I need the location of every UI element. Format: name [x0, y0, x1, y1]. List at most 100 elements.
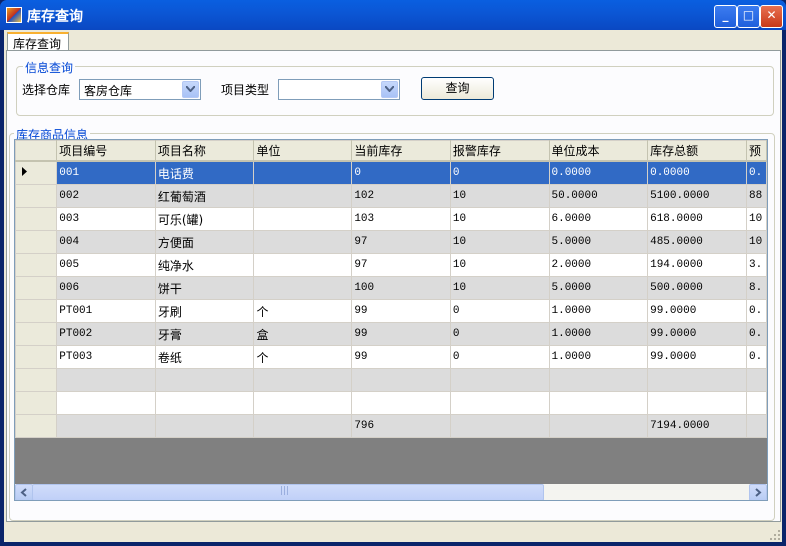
table-row[interactable]: 004 方便面 97 10 5.0000 485.0000 10: [15, 230, 767, 254]
chevron-down-icon[interactable]: [182, 81, 199, 98]
query-button[interactable]: 查询: [421, 77, 494, 100]
grid-cell[interactable]: 0.0000: [548, 160, 649, 185]
grid-cell[interactable]: 1.0000: [548, 299, 649, 323]
grid-cell[interactable]: 618.0000: [647, 207, 748, 231]
grid-cell[interactable]: 0.0000: [647, 160, 748, 185]
grid-cell[interactable]: [548, 391, 649, 415]
grid-cell[interactable]: 0: [351, 160, 451, 185]
grid-cell[interactable]: 个: [253, 345, 353, 369]
grid-cell[interactable]: 99: [351, 322, 451, 346]
grid-cell[interactable]: 97: [351, 230, 451, 254]
grid-cell[interactable]: 3.: [746, 253, 767, 277]
table-row[interactable]: [15, 368, 767, 392]
grid-cell[interactable]: 100: [351, 276, 451, 300]
grid-cell[interactable]: 99.0000: [647, 345, 748, 369]
grid-cell[interactable]: 99.0000: [647, 322, 748, 346]
grid-cell[interactable]: [253, 391, 353, 415]
grid-cell[interactable]: 纯净水: [154, 253, 255, 277]
grid-cell[interactable]: 10: [449, 276, 550, 300]
grid-cell[interactable]: [56, 391, 156, 415]
grid-cell[interactable]: 500.0000: [647, 276, 748, 300]
grid-cell[interactable]: 0: [449, 299, 550, 323]
minimize-button[interactable]: _: [714, 5, 737, 28]
row-header[interactable]: [15, 414, 58, 438]
column-header[interactable]: 单位成本: [548, 140, 649, 162]
title-bar[interactable]: 库存查询 _ □ ✕: [0, 0, 786, 30]
grid-cell[interactable]: 红葡萄酒: [154, 184, 255, 208]
column-header[interactable]: 项目名称: [154, 140, 255, 162]
table-row[interactable]: 006 饼干 100 10 5.0000 500.0000 8.: [15, 276, 767, 300]
grid-cell[interactable]: 6.0000: [548, 207, 649, 231]
grid-cell[interactable]: [253, 253, 353, 277]
scroll-right-button[interactable]: [749, 484, 767, 500]
grid-cell[interactable]: 饼干: [154, 276, 255, 300]
column-header[interactable]: 项目编号: [56, 140, 156, 162]
grid-cell[interactable]: PT003: [56, 345, 156, 369]
grid-cell[interactable]: 0.: [746, 345, 767, 369]
grid-cell[interactable]: 可乐(罐): [154, 207, 255, 231]
table-row[interactable]: 001 电话费 0 0 0.0000 0.0000 0.: [15, 160, 767, 185]
grid-cell[interactable]: 50.0000: [548, 184, 649, 208]
grid-cell[interactable]: [253, 184, 353, 208]
grid-cell[interactable]: 88: [746, 184, 767, 208]
grid-cell[interactable]: 0.: [746, 160, 767, 185]
grid-cell[interactable]: [351, 391, 451, 415]
grid-cell[interactable]: [253, 414, 353, 438]
grid-cell[interactable]: [449, 391, 550, 415]
grid-cell[interactable]: [647, 391, 748, 415]
grid-cell[interactable]: [449, 414, 550, 438]
grid-cell[interactable]: [253, 276, 353, 300]
grid-cell[interactable]: [548, 368, 649, 392]
grid-cell[interactable]: 10: [449, 184, 550, 208]
grid-cell[interactable]: 0.: [746, 322, 767, 346]
grid-cell[interactable]: [253, 230, 353, 254]
grid-cell[interactable]: [154, 391, 255, 415]
row-header[interactable]: [15, 184, 58, 208]
grid-cell[interactable]: 796: [351, 414, 451, 438]
column-header[interactable]: 库存总额: [647, 140, 748, 162]
row-header[interactable]: [15, 230, 58, 254]
column-header[interactable]: 单位: [253, 140, 353, 162]
grid-cell[interactable]: [253, 160, 353, 185]
grid-cell[interactable]: 2.0000: [548, 253, 649, 277]
grid-cell[interactable]: [253, 368, 353, 392]
row-header[interactable]: [15, 207, 58, 231]
row-header[interactable]: [15, 253, 58, 277]
grid-cell[interactable]: 8.: [746, 276, 767, 300]
warehouse-select[interactable]: 客房仓库: [79, 79, 201, 100]
row-header[interactable]: [15, 160, 58, 185]
column-header[interactable]: 报警库存: [449, 140, 550, 162]
grid-cell[interactable]: 7194.0000: [647, 414, 748, 438]
maximize-button[interactable]: □: [737, 5, 760, 28]
grid-cell[interactable]: 0: [449, 160, 550, 185]
grid-cell[interactable]: [154, 368, 255, 392]
tab-inventory-query[interactable]: 库存查询: [7, 32, 69, 52]
grid-cell[interactable]: 485.0000: [647, 230, 748, 254]
grid-cell[interactable]: 1.0000: [548, 345, 649, 369]
grid-cell[interactable]: 10: [449, 207, 550, 231]
grid-cell[interactable]: 0.: [746, 299, 767, 323]
grid-cell[interactable]: 5100.0000: [647, 184, 748, 208]
scroll-left-button[interactable]: [15, 484, 33, 500]
column-header[interactable]: 当前库存: [351, 140, 451, 162]
grid-cell[interactable]: [746, 414, 767, 438]
grid-cell[interactable]: 牙刷: [154, 299, 255, 323]
table-row[interactable]: 002 红葡萄酒 102 10 50.0000 5100.0000 88: [15, 184, 767, 208]
grid-cell[interactable]: 牙膏: [154, 322, 255, 346]
grid-cell[interactable]: 0: [449, 322, 550, 346]
grid-cell[interactable]: 5.0000: [548, 276, 649, 300]
row-header[interactable]: [15, 276, 58, 300]
table-row[interactable]: 005 纯净水 97 10 2.0000 194.0000 3.: [15, 253, 767, 277]
grid-cell[interactable]: [56, 414, 156, 438]
resize-grip-icon[interactable]: [770, 530, 780, 540]
grid-cell[interactable]: 方便面: [154, 230, 255, 254]
table-row[interactable]: PT003 卷纸个 99 0 1.0000 99.0000 0.: [15, 345, 767, 369]
grid-cell[interactable]: 002: [56, 184, 156, 208]
grid-cell[interactable]: PT001: [56, 299, 156, 323]
table-row[interactable]: 003 可乐(罐) 103 10 6.0000 618.0000 10: [15, 207, 767, 231]
grid-cell[interactable]: 005: [56, 253, 156, 277]
grid-cell[interactable]: 99: [351, 345, 451, 369]
grid-cell[interactable]: [647, 368, 748, 392]
row-header[interactable]: [15, 299, 58, 323]
grid-cell[interactable]: 5.0000: [548, 230, 649, 254]
